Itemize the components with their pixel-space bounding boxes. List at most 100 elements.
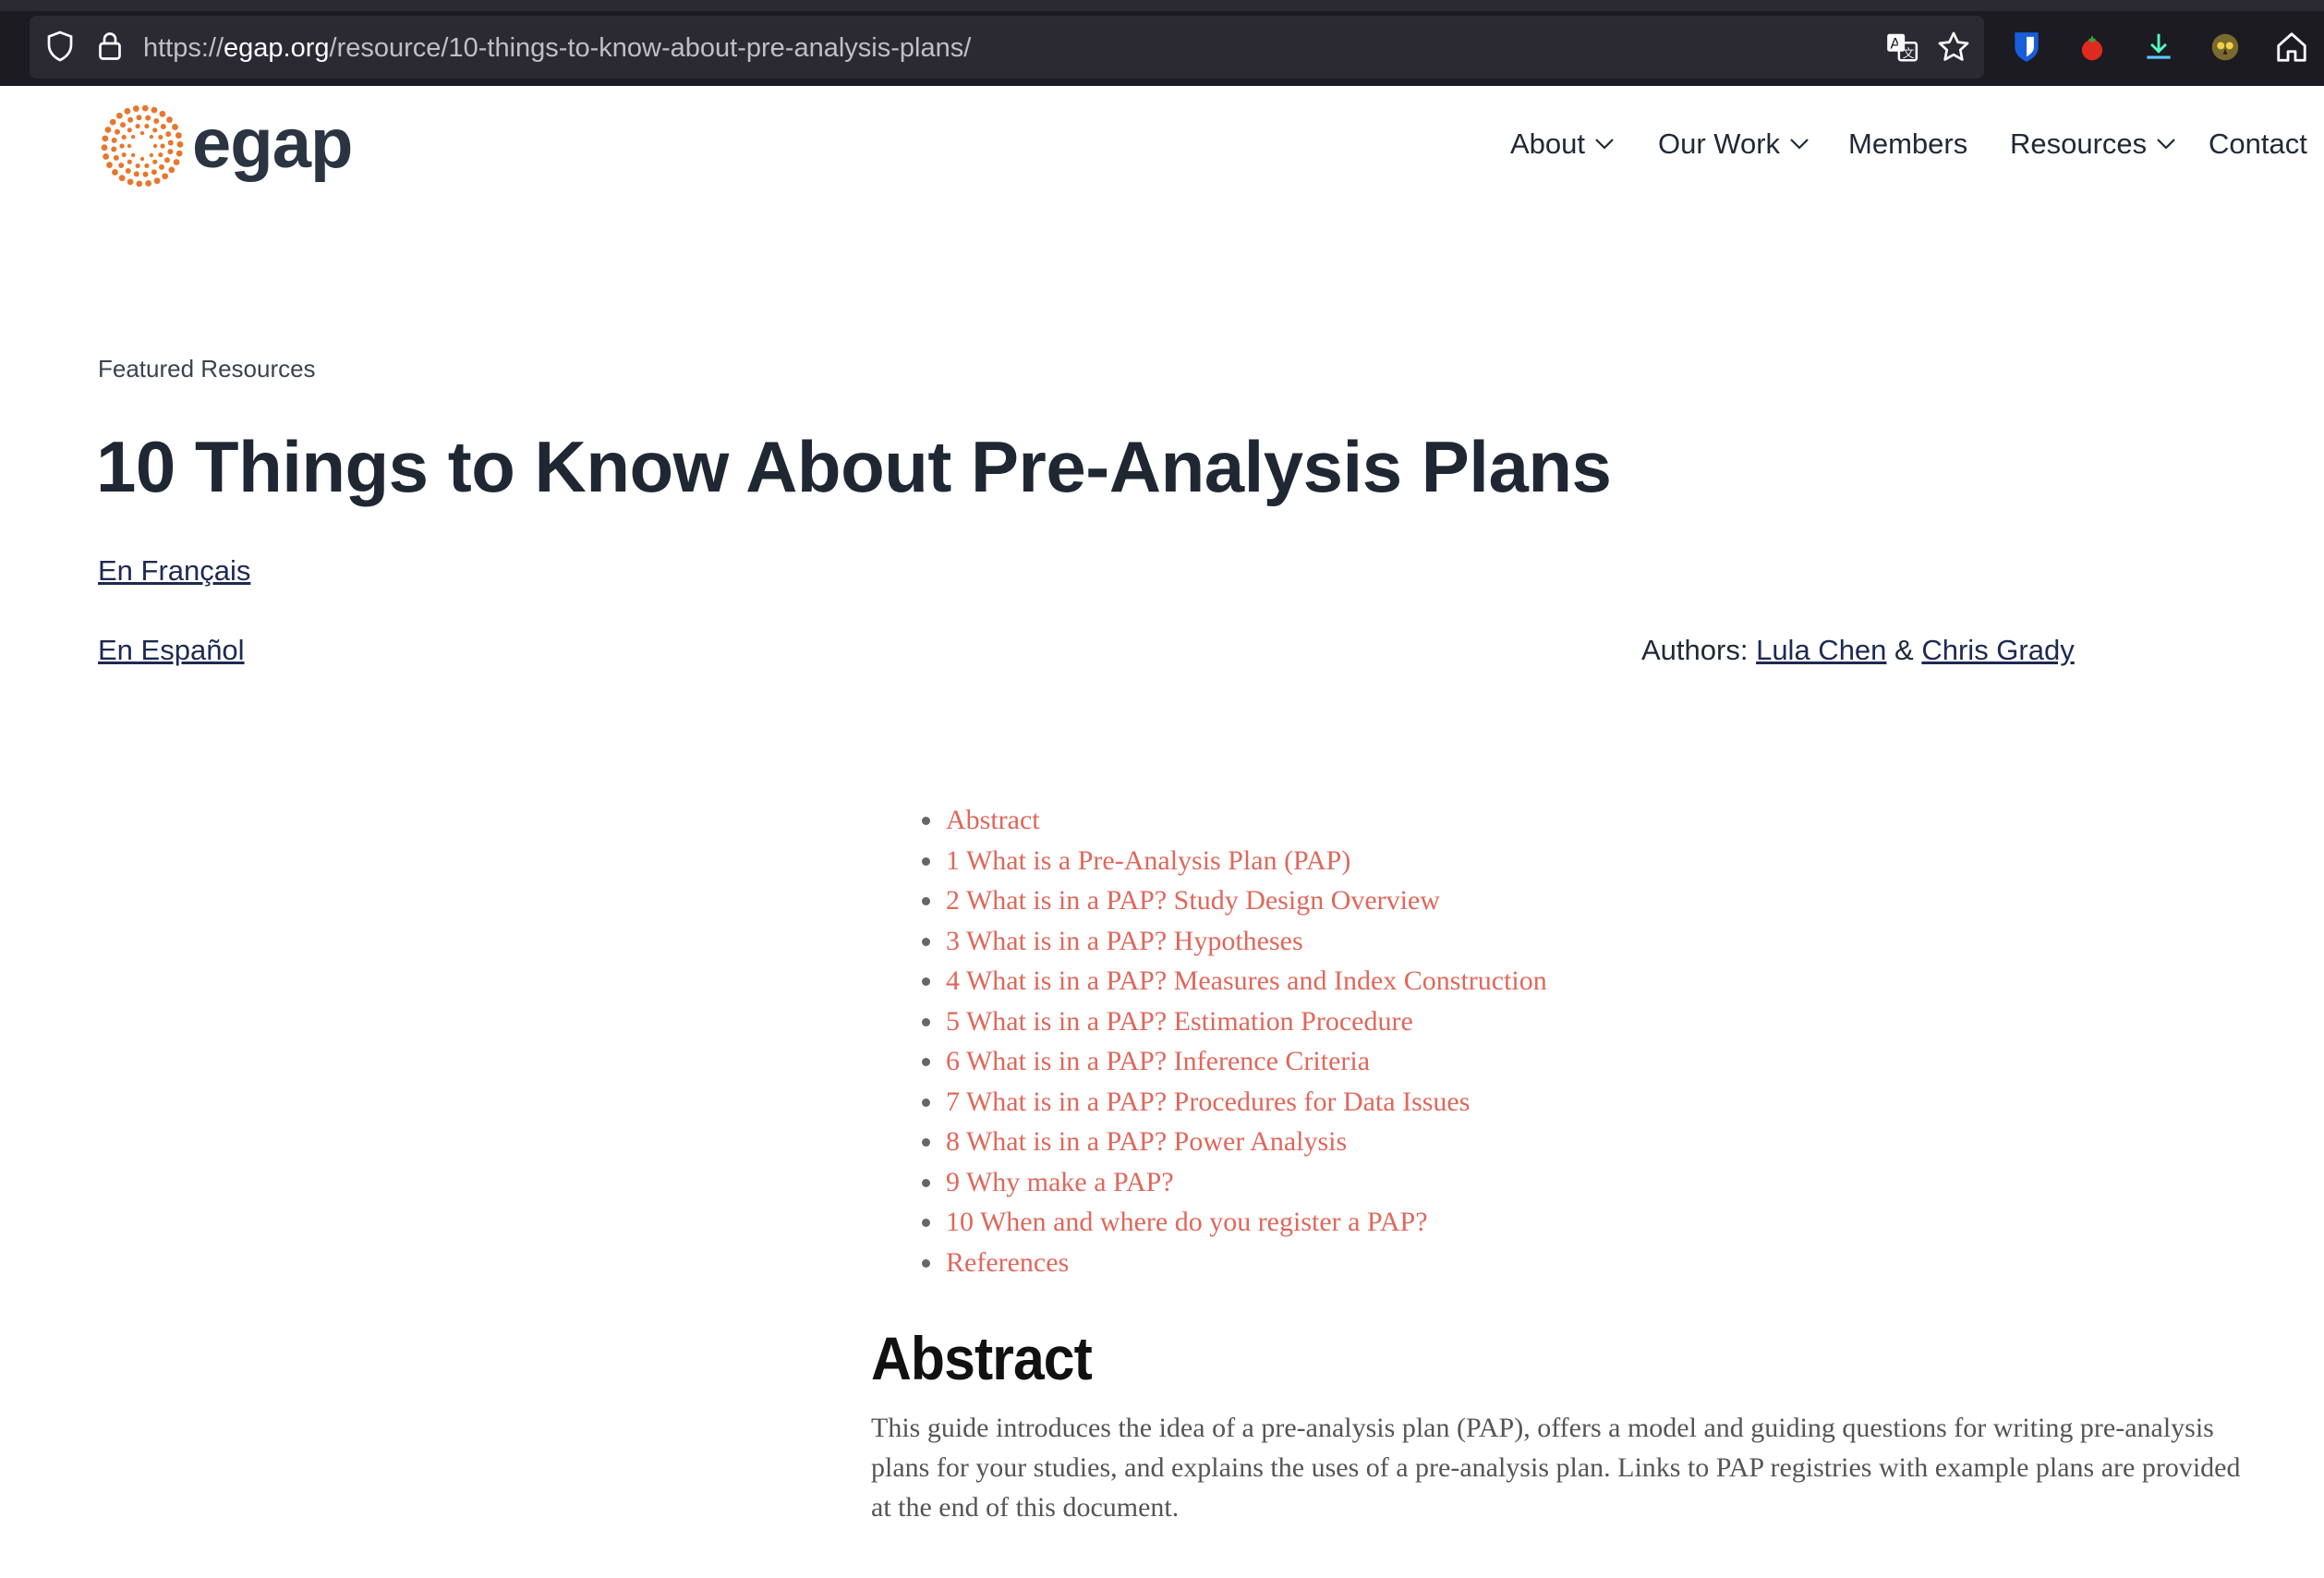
logo-dot <box>112 169 118 176</box>
logo-dot <box>106 162 113 168</box>
toc-item[interactable]: 9 Why make a PAP? <box>920 1162 1547 1203</box>
page-title: 10 Things to Know About Pre-Analysis Pla… <box>96 426 1612 507</box>
logo-dot <box>139 130 145 136</box>
url-prefix: https:// <box>143 33 224 63</box>
chevron-down-icon <box>2157 139 2175 150</box>
logo-dot <box>152 159 158 164</box>
logo-dot <box>151 106 158 114</box>
toc-item[interactable]: References <box>920 1243 1547 1283</box>
logo-dot <box>158 152 163 158</box>
logo-dot <box>153 177 161 185</box>
logo-dot <box>159 110 166 117</box>
shield-icon[interactable] <box>43 30 77 63</box>
logo-dot <box>149 152 154 158</box>
nav-our-work-label: Our Work <box>1658 127 1781 160</box>
browser-toolbar: https://egap.org/resource/10-things-to-k… <box>0 0 2324 86</box>
bitwarden-extension-icon[interactable] <box>2009 30 2044 65</box>
url-domain: egap.org <box>224 33 330 63</box>
author-link-chris-grady[interactable]: Chris Grady <box>1921 634 2074 666</box>
logo-dot <box>127 178 134 186</box>
logo-dot <box>160 124 166 130</box>
toc-item[interactable]: 8 What is in a PAP? Power Analysis <box>920 1122 1547 1162</box>
link-french[interactable]: En Français <box>98 554 250 588</box>
nav-resources[interactable]: Resources <box>2010 127 2176 161</box>
nav-contact[interactable]: Contact <box>2209 127 2307 161</box>
logo-dot <box>142 171 149 177</box>
logo-dot <box>139 156 145 162</box>
toc-item[interactable]: 5 What is in a PAP? Estimation Procedure <box>920 1001 1547 1042</box>
logo-dot <box>127 159 132 164</box>
logo-dot <box>113 154 119 161</box>
toc-item[interactable]: 3 What is in a PAP? Hypotheses <box>920 921 1547 962</box>
logo-dot <box>120 122 127 128</box>
nav-our-work[interactable]: Our Work <box>1658 127 1810 161</box>
logo-dot <box>124 107 131 115</box>
logo-dot <box>125 167 131 174</box>
logo-dot <box>176 140 184 148</box>
toc-item[interactable]: 10 When and where do you register a PAP? <box>920 1202 1547 1243</box>
logo-dot <box>127 116 134 123</box>
logo-dot <box>130 152 136 158</box>
logo-dot <box>101 144 108 152</box>
abstract-heading: Abstract <box>871 1324 1093 1392</box>
bookmark-star-icon[interactable] <box>1936 30 1971 65</box>
logo-dot <box>111 146 117 152</box>
toc-item[interactable]: 6 What is in a PAP? Inference Criteria <box>920 1041 1547 1082</box>
chevron-down-icon <box>1790 139 1809 150</box>
authors-line: Authors: Lula Chen & Chris Grady <box>1641 634 2075 667</box>
logo-dot <box>130 134 136 140</box>
logo-dot <box>121 134 127 140</box>
logo-dot <box>167 149 174 155</box>
eyebrow-category[interactable]: Featured Resources <box>98 355 316 383</box>
logo-dot <box>127 143 132 149</box>
translate-icon[interactable]: A 文 <box>1884 30 1919 65</box>
toc-item[interactable]: 7 What is in a PAP? Procedures for Data … <box>920 1082 1547 1123</box>
url-text[interactable]: https://egap.org/resource/10-things-to-k… <box>143 31 971 65</box>
toc-item[interactable]: 4 What is in a PAP? Measures and Index C… <box>920 961 1547 1001</box>
logo-dot <box>136 180 143 188</box>
logo-dot <box>135 123 140 129</box>
logo-dot <box>109 118 116 126</box>
logo-dot <box>176 150 183 157</box>
logo-dot <box>118 175 126 182</box>
site-logo-text[interactable]: egap <box>192 100 353 188</box>
author-link-lula-chen[interactable]: Lula Chen <box>1756 634 1886 666</box>
logo-dot <box>153 118 160 125</box>
logo-dot <box>152 127 158 133</box>
nav-resources-label: Resources <box>2010 127 2148 160</box>
logo-dot <box>102 135 109 142</box>
toc-item[interactable]: 1 What is a Pre-Analysis Plan (PAP) <box>920 841 1547 881</box>
authors-label: Authors: <box>1641 634 1749 666</box>
toc-item[interactable]: Abstract <box>920 800 1547 841</box>
logo-dot <box>121 152 127 158</box>
logo-dot <box>119 143 125 149</box>
logo-dot <box>104 127 112 133</box>
url-path: /resource/10-things-to-know-about-pre-an… <box>329 33 972 63</box>
home-icon[interactable] <box>2274 30 2309 65</box>
download-icon[interactable] <box>2141 30 2176 65</box>
lock-icon[interactable] <box>93 30 127 63</box>
logo-dot <box>175 132 182 139</box>
svg-text:文: 文 <box>1903 46 1915 60</box>
logo-dot <box>111 137 117 143</box>
extension-owl-icon[interactable] <box>2208 30 2243 65</box>
logo-dot <box>149 134 154 140</box>
logo-dot <box>144 123 150 129</box>
logo-dot <box>165 131 172 138</box>
nav-about[interactable]: About <box>1510 127 1615 161</box>
tomato-timer-extension-icon[interactable] <box>2075 30 2110 65</box>
logo-dot <box>136 115 142 121</box>
egap-logo-icon[interactable] <box>96 100 188 192</box>
logo-dot <box>145 180 152 187</box>
nav-members[interactable]: Members <box>1848 127 1967 161</box>
logo-dot <box>168 166 176 174</box>
link-spanish[interactable]: En Español <box>98 634 245 667</box>
logo-dot <box>127 127 132 133</box>
logo-dot <box>115 128 121 135</box>
logo-dot <box>172 124 178 130</box>
chevron-down-icon <box>1595 139 1614 150</box>
logo-dot <box>144 163 150 169</box>
logo-dot <box>166 116 173 123</box>
logo-dot <box>173 159 180 165</box>
toc-item[interactable]: 2 What is in a PAP? Study Design Overvie… <box>920 880 1547 921</box>
